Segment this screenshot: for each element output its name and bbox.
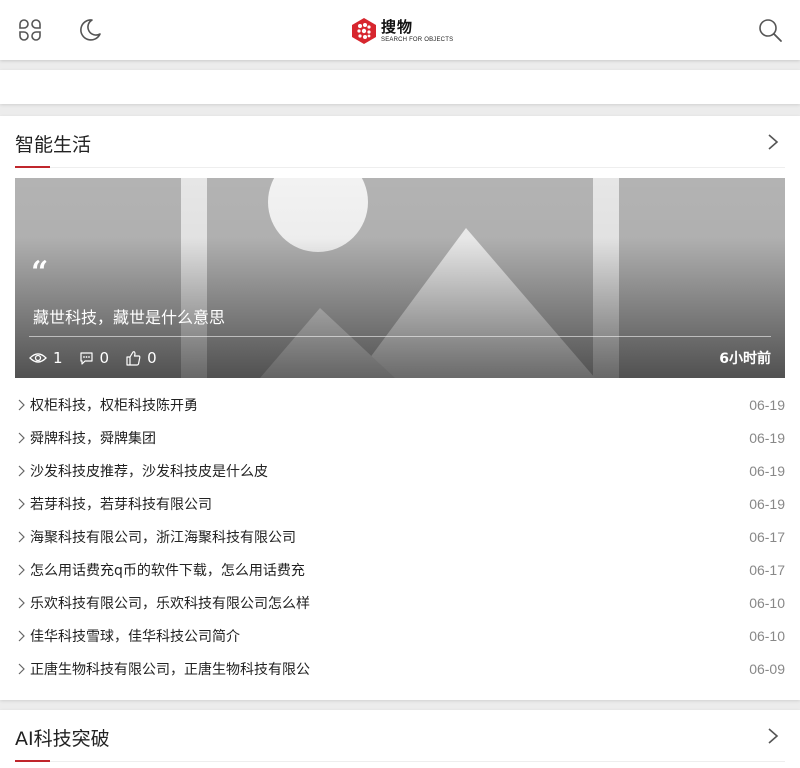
eye-icon	[29, 353, 47, 363]
featured-time: 6小时前	[719, 351, 771, 367]
grid-menu-icon	[19, 19, 41, 41]
list-item-title[interactable]: 舜牌科技，舜牌集团	[30, 428, 739, 448]
comments-count: 0	[99, 349, 110, 367]
featured-title: 藏世科技，藏世是什么意思	[33, 308, 226, 327]
chevron-right-icon	[18, 432, 25, 443]
search-button[interactable]	[754, 14, 786, 46]
views-count: 1	[53, 349, 63, 367]
top-header: 搜物 SEARCH FOR OBJECTS	[0, 0, 800, 60]
logo-tagline: SEARCH FOR OBJECTS	[381, 36, 454, 43]
list-item[interactable]: 舜牌科技，舜牌集团 06-19	[15, 421, 785, 454]
list-item[interactable]: 沙发科技皮推荐，沙发科技皮是什么皮 06-19	[15, 454, 785, 487]
empty-strip	[0, 70, 800, 104]
featured-divider	[29, 336, 771, 337]
section-header: 智能生活	[15, 116, 785, 168]
list-item-date: 06-17	[749, 528, 785, 545]
quote-icon: “	[31, 255, 49, 290]
list-item-title[interactable]: 海聚科技有限公司，浙江海聚科技有限公司	[30, 527, 739, 547]
section-title-underline	[15, 760, 50, 762]
list-item[interactable]: 海聚科技有限公司，浙江海聚科技有限公司 06-17	[15, 520, 785, 553]
logo-text: 搜物 SEARCH FOR OBJECTS	[381, 17, 454, 43]
chevron-right-icon	[18, 399, 25, 410]
theme-toggle-button[interactable]	[74, 14, 106, 46]
list-item-date: 06-19	[749, 495, 785, 512]
site-logo[interactable]: 搜物 SEARCH FOR OBJECTS	[350, 14, 460, 48]
section-card-smart-life: 智能生活 “ 藏世科技，藏世是什么意思 1 0 0 6小时前 权柜科技，权柜科技…	[0, 116, 800, 700]
list-item[interactable]: 乐欢科技有限公司，乐欢科技有限公司怎么样 06-10	[15, 586, 785, 619]
chevron-right-icon[interactable]	[765, 133, 781, 151]
chevron-right-icon	[18, 564, 25, 575]
chevron-right-icon	[18, 597, 25, 608]
views-stat: 1	[29, 349, 63, 367]
article-list: 权柜科技，权柜科技陈开勇 06-19 舜牌科技，舜牌集团 06-19 沙发科技皮推荐，沙…	[15, 388, 785, 685]
list-item[interactable]: 怎么用话费充q币的软件下载，怎么用话费充 06-17	[15, 553, 785, 586]
list-item-date: 06-09	[749, 660, 785, 677]
list-item-title[interactable]: 乐欢科技有限公司，乐欢科技有限公司怎么样	[30, 593, 739, 613]
thumbs-up-icon	[126, 351, 141, 366]
search-icon	[759, 19, 782, 42]
list-item-date: 06-19	[749, 429, 785, 446]
list-item[interactable]: 若芽科技，若芽科技有限公司 06-19	[15, 487, 785, 520]
grid-menu-button[interactable]	[14, 14, 46, 46]
chevron-right-icon	[18, 498, 25, 509]
list-item-date: 06-10	[749, 594, 785, 611]
moon-icon	[80, 19, 101, 41]
list-item-title[interactable]: 怎么用话费充q币的软件下载，怎么用话费充	[30, 560, 739, 580]
chevron-right-icon	[18, 465, 25, 476]
list-item-title[interactable]: 权柜科技，权柜科技陈开勇	[30, 395, 739, 415]
chevron-right-icon	[18, 531, 25, 542]
comments-stat: 0	[79, 349, 110, 367]
list-item[interactable]: 权柜科技，权柜科技陈开勇 06-19	[15, 388, 785, 421]
featured-article-banner[interactable]: “ 藏世科技，藏世是什么意思 1 0 0 6小时前	[15, 178, 785, 378]
chevron-right-icon	[18, 663, 25, 674]
section-card-ai: AI科技突破	[0, 710, 800, 768]
list-item-title[interactable]: 若芽科技，若芽科技有限公司	[30, 494, 739, 514]
section-title-underline	[15, 166, 50, 168]
section-title: AI科技突破	[15, 728, 110, 750]
list-item-date: 06-19	[749, 396, 785, 413]
chevron-right-icon	[18, 630, 25, 641]
likes-stat: 0	[125, 349, 157, 367]
section-title: 智能生活	[15, 134, 92, 156]
featured-meta: 1 0 0	[29, 348, 173, 368]
list-item-date: 06-10	[749, 627, 785, 644]
chevron-right-icon[interactable]	[765, 727, 781, 745]
list-item-date: 06-19	[749, 462, 785, 479]
list-item-title[interactable]: 沙发科技皮推荐，沙发科技皮是什么皮	[30, 461, 739, 481]
list-item-title[interactable]: 佳华科技雪球，佳华科技公司简介	[30, 626, 739, 646]
list-item[interactable]: 佳华科技雪球，佳华科技公司简介 06-10	[15, 619, 785, 652]
logo-mark-icon	[352, 18, 376, 44]
list-item[interactable]: 正唐生物科技有限公司，正唐生物科技有限公 06-09	[15, 652, 785, 685]
logo-name: 搜物	[381, 17, 414, 36]
likes-count: 0	[147, 349, 157, 367]
list-item-title[interactable]: 正唐生物科技有限公司，正唐生物科技有限公	[30, 659, 739, 679]
comment-icon	[79, 352, 93, 365]
list-item-date: 06-17	[749, 561, 785, 578]
section-header: AI科技突破	[15, 710, 785, 762]
